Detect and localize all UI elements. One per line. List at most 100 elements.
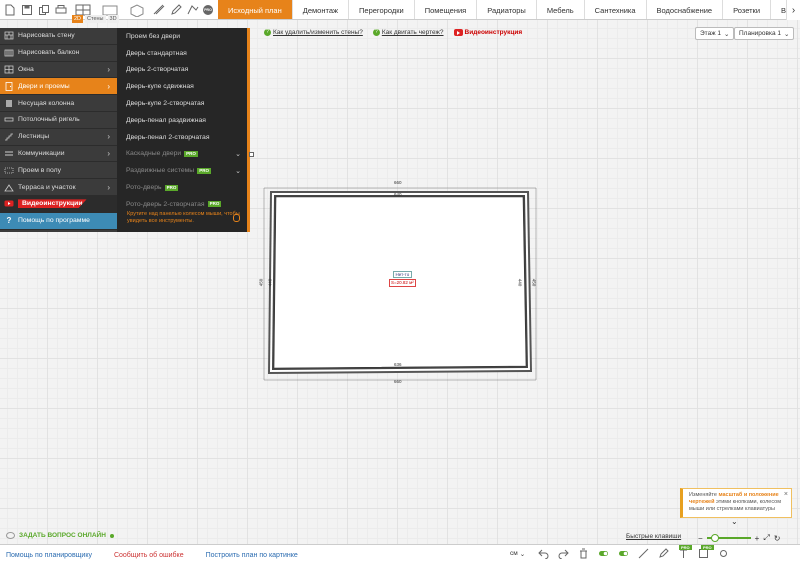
submenu-item-cascade-doors[interactable]: Каскадные двери PRO ⌄ [117, 146, 247, 163]
tabs-next-chevron-icon[interactable]: › [786, 0, 800, 20]
submenu-scroll-tip: Крутите над панелью колесом мыши, чтобы … [127, 211, 240, 224]
menu-item-stairs[interactable]: Лестницы › [0, 129, 117, 146]
submenu-item-door-standard[interactable]: Дверь стандартная [117, 45, 247, 62]
toolbar-icons: PRO 2D Стены 3D [0, 0, 218, 23]
menu-item-videos[interactable]: Видеоинструкции [0, 195, 117, 213]
submenu-item-label: Дверь стандартная [126, 49, 187, 57]
submenu-item-label: Проем без двери [126, 32, 181, 40]
tab-plumbing[interactable]: Сантехника [583, 0, 646, 19]
floor-select[interactable]: Этаж 1 ⌄ [695, 27, 735, 40]
submenu-item-sliding-door[interactable]: Дверь-купе сдвижная [117, 78, 247, 95]
menu-item-terrace[interactable]: Терраса и участок › [0, 179, 117, 196]
measure-icon[interactable] [638, 548, 649, 559]
help-links: ? Как удалить/изменить стены? ? Как двигат… [264, 29, 522, 36]
resize-handle[interactable] [249, 152, 254, 157]
menu-item-draw-wall[interactable]: Нарисовать стену [0, 28, 117, 45]
tab-original-plan[interactable]: Исходный план [218, 0, 292, 19]
redo-icon[interactable] [558, 548, 569, 559]
zoom-in-icon[interactable]: + [755, 534, 760, 543]
submenu-item-opening[interactable]: Проем без двери [117, 28, 247, 45]
plan-from-image-link[interactable]: Построить план по картинке [206, 552, 298, 559]
edit-icon[interactable] [169, 3, 183, 17]
measure-icon[interactable] [152, 3, 166, 17]
menu-item-label: Терраса и участок [18, 183, 76, 191]
zoom-out-icon[interactable]: − [698, 534, 703, 543]
view-tag-walls[interactable]: Стены [85, 15, 106, 23]
view-tag-3d[interactable]: 3D [107, 15, 119, 23]
menu-item-column[interactable]: Несущая колонна [0, 95, 117, 112]
top-toolbar: PRO 2D Стены 3D Исходный план Демонтаж П… [0, 0, 800, 23]
submenu-item-sliding-door-double[interactable]: Дверь-купе 2-створчатая [117, 95, 247, 112]
chevron-down-icon: ⌄ [519, 551, 526, 558]
save-icon[interactable] [20, 3, 34, 17]
view-tag-2d[interactable]: 2D [72, 15, 84, 23]
menu-item-doors[interactable]: Двери и проемы › [0, 78, 117, 96]
new-file-icon[interactable] [3, 3, 17, 17]
menu-item-label: Потолочный ригель [18, 116, 80, 124]
dimension-bottom-inner: 636 [394, 362, 402, 367]
menu-item-help[interactable]: ? Помощь по программе [0, 212, 117, 230]
toggle-icon[interactable] [598, 548, 609, 559]
submenu-item-roto-door[interactable]: Рото-дверь PRO [117, 179, 247, 196]
hotkeys-link[interactable]: Быстрые клавиши [626, 533, 681, 540]
settings-icon[interactable] [718, 548, 729, 559]
room-label[interactable]: Нет-то S=20.82 м² [389, 271, 416, 287]
tab-furniture[interactable]: Мебель [535, 0, 584, 19]
close-icon[interactable]: × [784, 491, 788, 498]
unit-select[interactable]: см ⌄ [510, 550, 525, 558]
help-link-move-drawing[interactable]: ? Как двигать чертеж? [372, 29, 444, 36]
help-link-delete-walls[interactable]: ? Как удалить/изменить стены? [264, 29, 363, 36]
room-name[interactable]: Нет-то [392, 271, 413, 278]
help-link-label: Видеоинструкция [464, 29, 523, 36]
submenu-item-sliding-systems[interactable]: Раздвижные системы PRO ⌄ [117, 162, 247, 179]
submenu-item-label: Раздвижные системы [126, 167, 195, 175]
stairs-icon [0, 132, 18, 141]
fit-screen-icon[interactable]: ⤢ [763, 533, 769, 543]
tab-sockets[interactable]: Розетки [722, 0, 770, 19]
print-icon[interactable] [54, 3, 68, 17]
menu-item-windows[interactable]: Окна › [0, 62, 117, 79]
beam-icon [0, 115, 18, 124]
zoom-slider[interactable]: − + ⤢ ↻ [698, 533, 780, 543]
help-planner-link[interactable]: Помощь по планировщику [6, 552, 92, 559]
zoom-track[interactable] [706, 534, 751, 542]
undo-icon[interactable] [538, 548, 549, 559]
menu-item-communications[interactable]: Коммуникации › [0, 146, 117, 163]
chevron-down-icon: ⌄ [784, 30, 790, 38]
menu-item-label: Коммуникации [18, 149, 65, 157]
chevron-down-icon: ⌄ [723, 30, 730, 38]
ask-question-online[interactable]: ЗАДАТЬ ВОПРОС ОНЛАЙН [6, 532, 114, 539]
delete-icon[interactable] [578, 548, 589, 559]
chevron-down-icon[interactable]: ⌄ [731, 517, 738, 526]
help-link-video[interactable]: Видеоинструкция [453, 29, 523, 36]
menu-item-draw-balcony[interactable]: Нарисовать балкон [0, 45, 117, 62]
menu-item-floor-opening[interactable]: Проем в полу [0, 162, 117, 180]
menu-item-label: Проем в полу [18, 166, 61, 174]
submenu-item-pocket-door[interactable]: Дверь-пенал раздвижная [117, 112, 247, 129]
menu-item-beam[interactable]: Потолочный ригель [0, 112, 117, 129]
tab-radiators[interactable]: Радиаторы [476, 0, 536, 19]
copy-icon[interactable] [37, 3, 51, 17]
edit-icon[interactable] [658, 548, 669, 559]
chevron-right-icon: › [107, 182, 110, 192]
export-icon[interactable] [186, 3, 200, 17]
tab-water-supply[interactable]: Водоснабжение [645, 0, 723, 19]
zoom-knob[interactable] [710, 534, 719, 542]
report-bug-link[interactable]: Сообщить об ошибке [114, 552, 184, 559]
unit-value: см [510, 550, 518, 557]
toggle-icon[interactable] [618, 548, 629, 559]
floor-select-value: Этаж 1 [700, 30, 721, 37]
view-3d-icon[interactable] [125, 3, 149, 17]
submenu-item-door-double[interactable]: Дверь 2-створчатая [117, 62, 247, 79]
menu-item-label: Нарисовать балкон [18, 49, 80, 57]
question-icon: ? [372, 29, 380, 36]
rotate-icon[interactable]: ↻ [774, 534, 781, 543]
balcony-icon [0, 48, 18, 57]
tab-rooms[interactable]: Помещения [413, 0, 477, 19]
tab-partitions[interactable]: Перегородки [348, 0, 414, 19]
mouse-icon [233, 214, 240, 222]
layout-select[interactable]: Планировка 1 ⌄ [734, 27, 795, 40]
submenu-item-pocket-door-double[interactable]: Дверь-пенал 2-створчатая [117, 129, 247, 146]
tab-demolition[interactable]: Демонтаж [291, 0, 348, 19]
zoom-hint-notice: Изменяйте масштаб и положение чертежей э… [680, 488, 792, 518]
